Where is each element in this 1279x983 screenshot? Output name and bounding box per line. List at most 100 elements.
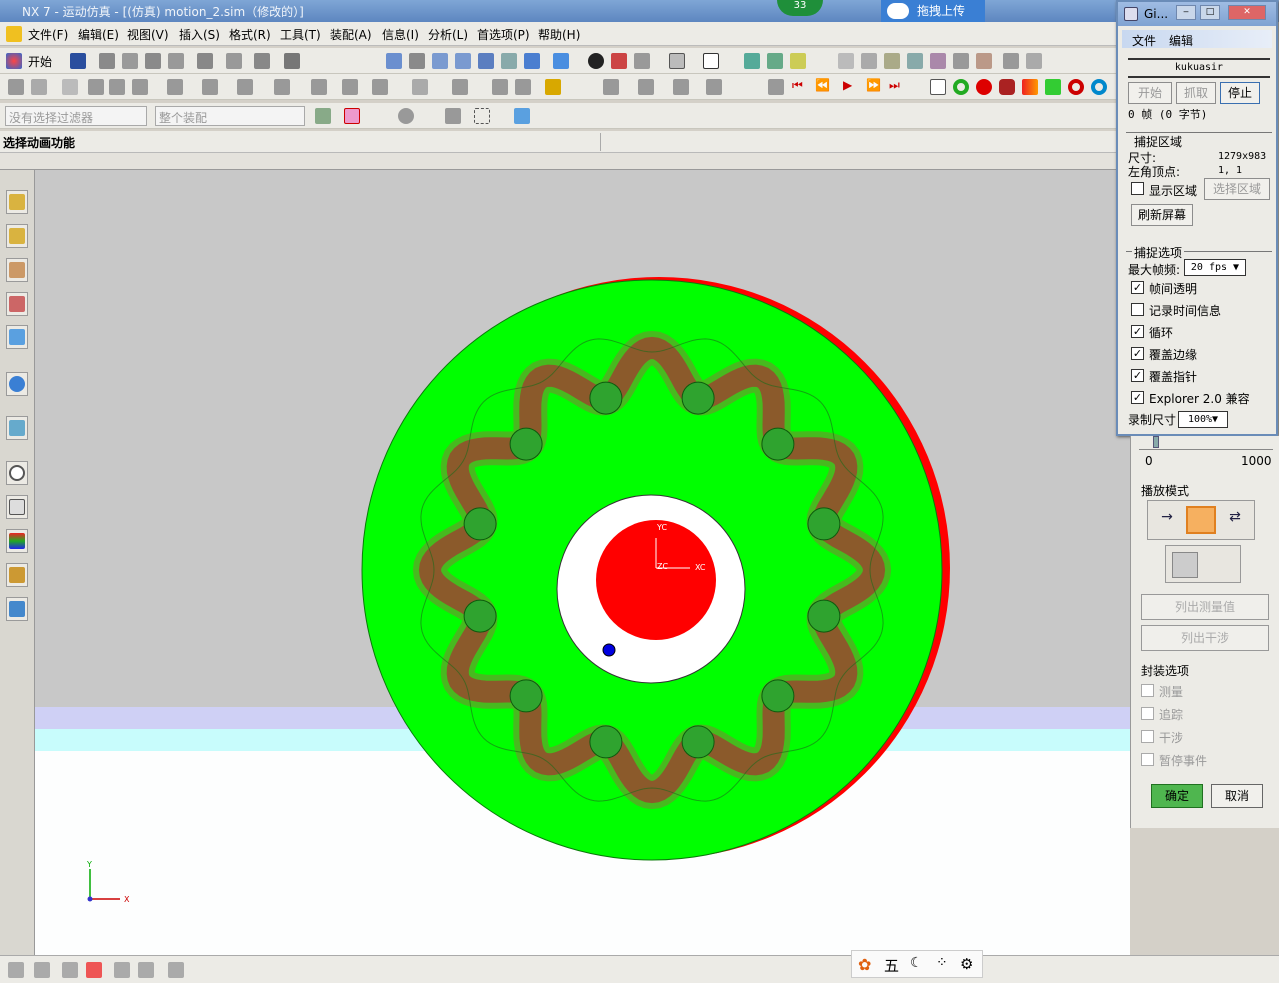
refresh-screen-button[interactable]: 刷新屏幕	[1131, 204, 1193, 226]
wcs-icon[interactable]	[744, 53, 760, 69]
roles-tab[interactable]	[6, 529, 28, 553]
option-checkbox[interactable]: ✓	[1131, 369, 1144, 382]
orient-icon[interactable]	[669, 53, 685, 69]
copy-icon[interactable]	[122, 53, 138, 69]
gif-name-field[interactable]: kukuasir	[1128, 58, 1270, 78]
color-icon[interactable]	[1022, 79, 1038, 95]
time-slider-thumb[interactable]	[1153, 436, 1159, 448]
undo-icon[interactable]	[197, 53, 213, 69]
menu-file[interactable]: 文件(F)	[28, 26, 68, 43]
gif-stop-button[interactable]: 停止	[1220, 82, 1260, 104]
history-tab[interactable]	[6, 461, 28, 485]
max-fps-select[interactable]: 20 fps ▼	[1184, 259, 1246, 276]
play-icon[interactable]	[603, 79, 619, 95]
start-menu-button[interactable]: 开始	[6, 52, 66, 70]
step-forward-icon[interactable]: ⏩	[866, 78, 881, 92]
redo-icon[interactable]	[226, 53, 242, 69]
section-icon[interactable]	[611, 53, 627, 69]
selection-filter-combo[interactable]: 没有选择过滤器	[5, 106, 147, 126]
ball[interactable]	[589, 725, 623, 759]
link-icon[interactable]	[88, 79, 104, 95]
notification-badge[interactable]: 33	[777, 0, 823, 16]
sketch-icon[interactable]	[930, 79, 946, 95]
delete-icon[interactable]	[168, 53, 184, 69]
maximize-button[interactable]: □	[1200, 5, 1220, 20]
menu-view[interactable]: 视图(V)	[127, 26, 169, 43]
interference-icon[interactable]	[372, 79, 388, 95]
shaded-icon[interactable]	[553, 53, 569, 69]
plane-icon[interactable]	[930, 53, 946, 69]
ring-icon[interactable]	[1091, 79, 1107, 95]
ball[interactable]	[681, 381, 715, 415]
marker-point[interactable]	[602, 643, 616, 657]
time-slider-track[interactable]	[1139, 449, 1273, 450]
play-once-icon[interactable]: →	[1154, 509, 1180, 531]
status-icon-6[interactable]	[138, 962, 154, 978]
ball[interactable]	[509, 679, 543, 713]
option-checkbox[interactable]: ✓	[1131, 325, 1144, 338]
ime-mode-label[interactable]: 五	[884, 955, 899, 976]
ball[interactable]	[807, 599, 841, 633]
zoom-in-icon[interactable]	[455, 53, 471, 69]
menu-info[interactable]: 信息(I)	[382, 26, 419, 43]
ball[interactable]	[463, 507, 497, 541]
export-icon[interactable]	[673, 79, 689, 95]
status-icon-1[interactable]	[8, 962, 24, 978]
package-option-checkbox[interactable]	[1141, 753, 1154, 766]
rect-select-icon[interactable]	[474, 108, 490, 124]
reverse-direction-icon[interactable]	[1206, 552, 1232, 578]
save-icon[interactable]	[70, 53, 86, 69]
palette-tab[interactable]	[6, 416, 28, 440]
option-checkbox[interactable]: ✓	[1131, 391, 1144, 404]
gif-menu-edit[interactable]: 编辑	[1169, 32, 1193, 49]
rewind-icon[interactable]: ⏮	[792, 78, 803, 93]
graphics-window[interactable]: YC XC ZC Y X	[35, 170, 1130, 955]
ball[interactable]	[509, 427, 543, 461]
fast-forward-icon[interactable]: ⏭	[889, 78, 900, 93]
assembly-navigator-tab[interactable]	[6, 190, 28, 214]
cut-icon[interactable]	[99, 53, 115, 69]
cylinder-icon[interactable]	[999, 79, 1015, 95]
moon-icon[interactable]: ☾	[910, 955, 923, 971]
minimize-button[interactable]: ‒	[1176, 5, 1196, 20]
menu-edit[interactable]: 编辑(E)	[78, 26, 119, 43]
touch-icon[interactable]	[284, 53, 300, 69]
ball[interactable]	[807, 507, 841, 541]
constraint-navigator-tab[interactable]	[6, 224, 28, 248]
cube-icon[interactable]	[514, 108, 530, 124]
close-button[interactable]: ✕	[1228, 5, 1266, 20]
hide-icon[interactable]	[398, 108, 414, 124]
settings-icon[interactable]	[315, 108, 331, 124]
process-studio-tab[interactable]	[6, 495, 28, 519]
display-mode-icon[interactable]	[588, 53, 604, 69]
animation-icon[interactable]	[545, 79, 561, 95]
vector-icon[interactable]	[907, 53, 923, 69]
wcs-origin-icon[interactable]	[767, 53, 783, 69]
gif-start-button[interactable]: 开始	[1128, 82, 1172, 104]
explode-icon[interactable]	[492, 79, 508, 95]
option-checkbox[interactable]	[1131, 303, 1144, 316]
environment-icon[interactable]	[8, 79, 24, 95]
snap-icon[interactable]	[861, 53, 877, 69]
ball[interactable]	[589, 381, 623, 415]
menu-help[interactable]: 帮助(H)	[538, 26, 580, 43]
torus-icon[interactable]	[1068, 79, 1084, 95]
trace-icon[interactable]	[452, 79, 468, 95]
paint-icon[interactable]	[1045, 79, 1061, 95]
coupler-icon[interactable]	[132, 79, 148, 95]
dots-icon[interactable]: ⁘	[936, 955, 948, 971]
solver-icon[interactable]	[342, 79, 358, 95]
scope-combo[interactable]: 整个装配	[155, 106, 305, 126]
function-icon[interactable]	[62, 79, 78, 95]
record-size-select[interactable]: 100%▼	[1178, 411, 1228, 428]
joint-icon[interactable]	[109, 79, 125, 95]
play-forward-icon[interactable]: ▶	[843, 78, 852, 92]
spring-icon[interactable]	[202, 79, 218, 95]
contact-icon[interactable]	[311, 79, 327, 95]
marker-icon[interactable]	[237, 79, 253, 95]
gear-coupler-icon[interactable]	[167, 79, 183, 95]
menu-analysis[interactable]: 分析(L)	[428, 26, 468, 43]
ball[interactable]	[761, 427, 795, 461]
forward-direction-icon[interactable]	[1172, 552, 1198, 578]
stop-anim-icon[interactable]	[768, 79, 784, 95]
